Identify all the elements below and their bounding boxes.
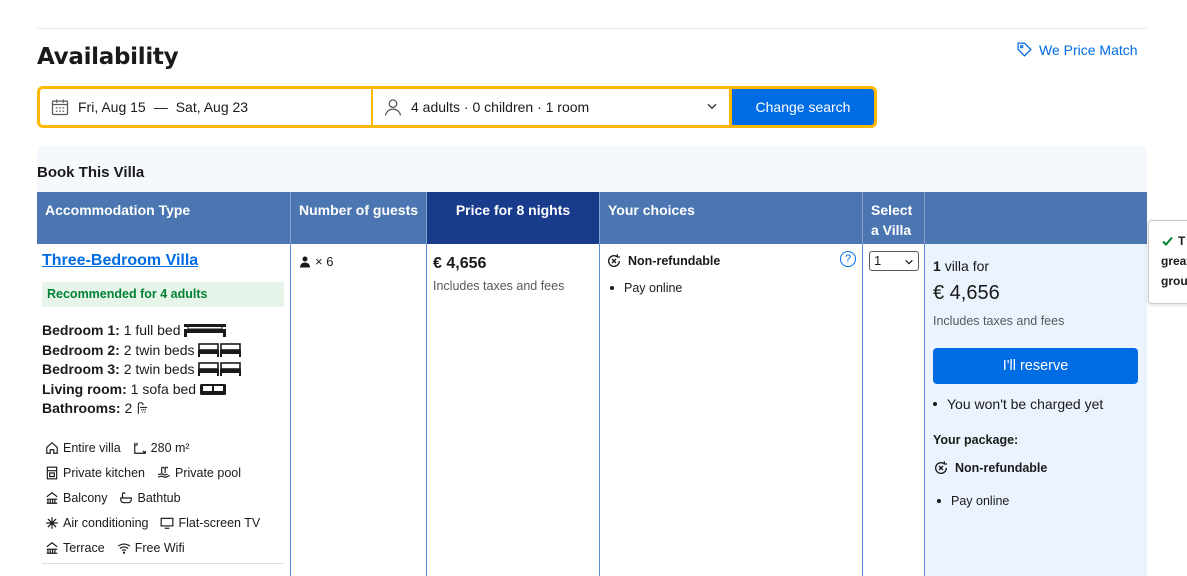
facility-item: Free Wifi (117, 541, 185, 555)
tooltip-line: grou (1161, 274, 1187, 288)
reserve-button[interactable]: I'll reserve (933, 348, 1138, 384)
price-note: Includes taxes and fees (433, 279, 565, 293)
bed-row: Bathrooms: 2 (42, 399, 241, 419)
sofa-bed-icon (199, 383, 226, 395)
guests-selector[interactable]: 4 adults · 0 children · 1 room (373, 89, 729, 125)
facility-item: Entire villa (45, 441, 121, 455)
calendar-icon (51, 99, 69, 116)
tag-icon (1017, 42, 1032, 57)
snowflake-icon (46, 516, 58, 529)
package-choice: Non-refundable (933, 460, 1047, 476)
facility-row: Terrace Free Wifi (45, 535, 285, 560)
facility-row: Entire villa 280 m² (45, 435, 285, 460)
bed-row: Living room: 1 sofa bed (42, 380, 241, 400)
summary-price: € 4,656 (933, 282, 1000, 304)
header-select-villa: Select a Villa (863, 192, 925, 244)
cell-select: 1 (863, 244, 925, 576)
bed-row: Bedroom 2: 2 twin beds (42, 341, 242, 361)
date-picker[interactable]: Fri, Aug 15 — Sat, Aug 23 (40, 89, 371, 125)
facility-item: Balcony (45, 491, 107, 505)
facility-item: 280 m² (133, 441, 190, 455)
facilities-list: Entire villa 280 m² Private kitchen Priv… (45, 435, 285, 560)
tooltip: T great grou (1148, 220, 1187, 304)
pool-icon (157, 466, 171, 478)
header-your-choices: Your choices (600, 192, 863, 244)
chevron-down-icon (905, 259, 913, 265)
date-separator: — (153, 99, 168, 115)
person-icon (300, 256, 310, 267)
twin-beds-icon (198, 342, 242, 357)
balcony-icon (46, 491, 58, 504)
chevron-down-icon (707, 103, 717, 110)
summary-price-note: Includes taxes and fees (933, 314, 1065, 328)
check-in-date: Fri, Aug 15 (78, 99, 146, 115)
pay-online-bullet: Pay online (606, 281, 682, 295)
bed-row: Bedroom 3: 2 twin beds (42, 360, 242, 380)
tooltip-line: T (1161, 231, 1187, 251)
bed-list: Bedroom 1: 1 full bed Bedroom 2: 2 twin … (42, 321, 242, 419)
cell-price: € 4,656 Includes taxes and fees (427, 244, 600, 576)
villa-count: 1 villa for (933, 258, 990, 274)
twin-beds-icon (198, 362, 242, 376)
book-title: Book This Villa (37, 164, 145, 181)
reservation-summary: 1 villa for € 4,656 Includes taxes and f… (925, 244, 1147, 576)
facility-item: Private pool (157, 466, 241, 480)
facility-row: Private kitchen Private pool (45, 460, 285, 485)
header-accommodation-type: Accommodation Type (37, 192, 291, 244)
villa-quantity-select[interactable]: 1 (869, 251, 919, 271)
tooltip-line: great (1161, 254, 1187, 268)
facility-item: Private kitchen (45, 466, 145, 480)
non-refundable-choice: Non-refundable (606, 253, 720, 269)
page-title: Availability (37, 44, 179, 70)
room-name-link[interactable]: Three-Bedroom Villa (42, 252, 198, 270)
no-refund-icon (608, 254, 621, 267)
table-header: Accommodation Type Number of guests Pric… (37, 192, 1147, 252)
package-label: Your package: (933, 433, 1019, 447)
check-out-date: Sat, Aug 23 (175, 99, 249, 115)
floor-area-icon (133, 442, 146, 454)
cell-accommodation: Three-Bedroom Villa Recommended for 4 ad… (37, 244, 291, 576)
house-icon (46, 441, 58, 454)
facility-row: Balcony Bathtub (45, 485, 285, 510)
cell-choices: Non-refundable ? Pay online (600, 244, 863, 576)
person-icon (384, 99, 402, 116)
package-pay-online: Pay online (933, 494, 1009, 508)
top-divider (37, 28, 1147, 29)
not-charged-bullet: You won't be charged yet (929, 396, 1103, 412)
guest-capacity: × 6 (299, 254, 333, 269)
facility-item: Air conditioning (45, 516, 148, 530)
price-match-link[interactable]: We Price Match (1016, 41, 1138, 58)
room-price: € 4,656 (433, 255, 487, 272)
header-price: Price for 8 nights (427, 192, 600, 252)
bed-row: Bedroom 1: 1 full bed (42, 321, 241, 341)
no-refund-icon (935, 461, 948, 474)
row-divider (42, 563, 284, 564)
bathtub-icon (120, 491, 133, 503)
guests-summary: 4 adults · 0 children · 1 room (411, 99, 590, 115)
recommended-badge: Recommended for 4 adults (42, 282, 284, 307)
facility-item: Flat-screen TV (160, 516, 260, 530)
facility-item: Bathtub (119, 491, 181, 505)
cell-guests: × 6 (291, 244, 427, 576)
shower-icon (137, 402, 148, 414)
kitchen-icon (46, 466, 58, 479)
wifi-icon (117, 542, 130, 554)
search-bar: Fri, Aug 15 — Sat, Aug 23 4 adults · 0 c… (37, 86, 877, 128)
terrace-icon (46, 541, 58, 554)
full-bed-icon (184, 324, 227, 337)
help-icon[interactable]: ? (840, 251, 856, 267)
change-search-button[interactable]: Change search (732, 89, 874, 125)
price-match-label: We Price Match (1039, 41, 1138, 58)
header-number-of-guests: Number of guests (291, 192, 427, 244)
tv-icon (161, 517, 174, 529)
facility-row: Air conditioning Flat-screen TV (45, 510, 285, 535)
table-body: Three-Bedroom Villa Recommended for 4 ad… (37, 244, 1147, 576)
checkmark-icon (1162, 236, 1173, 246)
facility-item: Terrace (45, 541, 105, 555)
